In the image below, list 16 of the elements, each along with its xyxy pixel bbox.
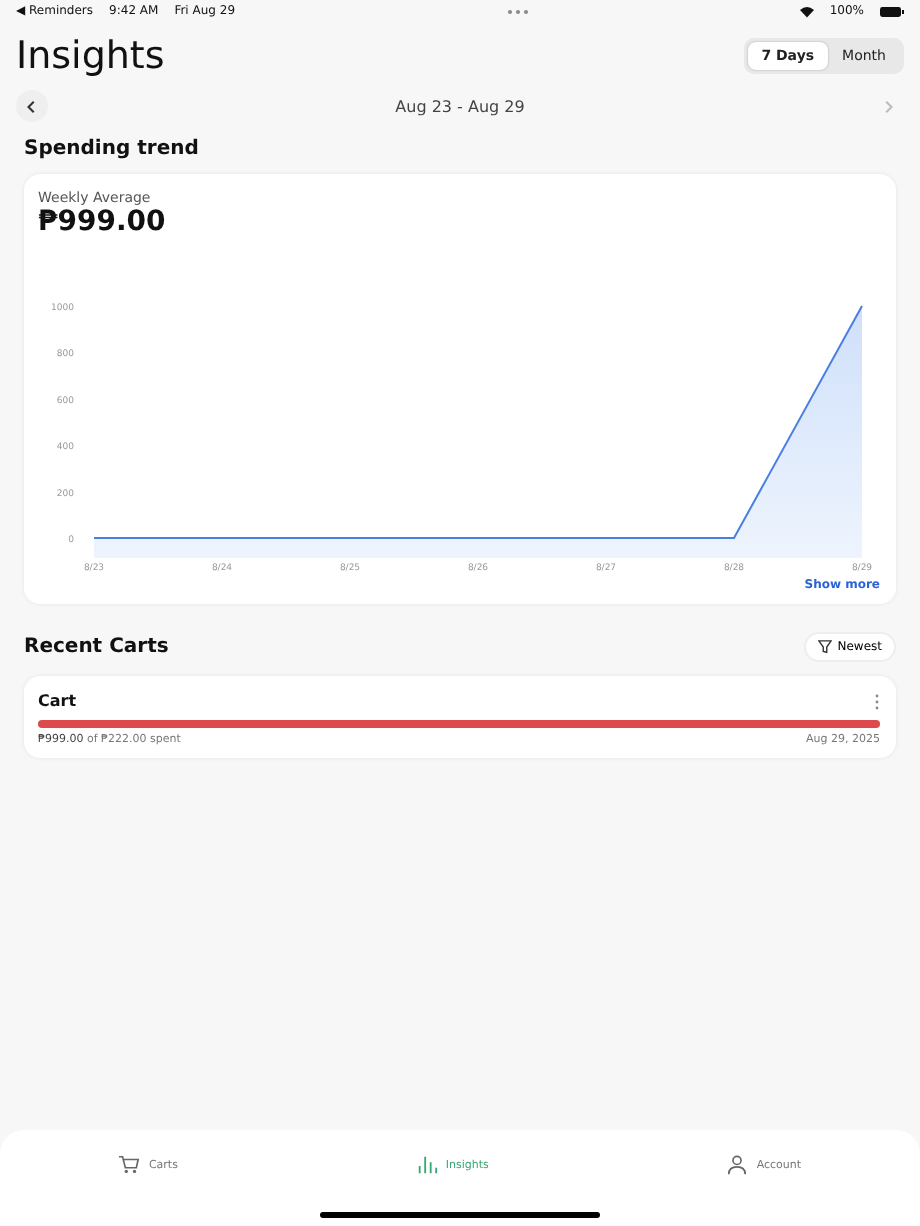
chart-icon bbox=[415, 1154, 438, 1176]
previous-week-button[interactable] bbox=[16, 90, 48, 122]
person-icon bbox=[726, 1154, 749, 1176]
section-heading: Spending trend bbox=[24, 138, 201, 160]
average-amount: ₱999.00 bbox=[38, 206, 168, 238]
battery-icon bbox=[880, 5, 904, 17]
wifi-icon bbox=[799, 5, 814, 17]
more-options-icon[interactable] bbox=[874, 693, 880, 709]
section-heading: Recent Carts bbox=[24, 636, 169, 658]
page-title: Insights bbox=[16, 34, 165, 78]
filter-icon bbox=[817, 640, 832, 654]
chevron-left-icon bbox=[26, 99, 38, 113]
date-range: Aug 23 - Aug 29 bbox=[395, 97, 525, 115]
cart-name: Cart bbox=[38, 692, 77, 710]
chevron-right-icon bbox=[881, 99, 894, 113]
cart-icon bbox=[118, 1154, 141, 1176]
